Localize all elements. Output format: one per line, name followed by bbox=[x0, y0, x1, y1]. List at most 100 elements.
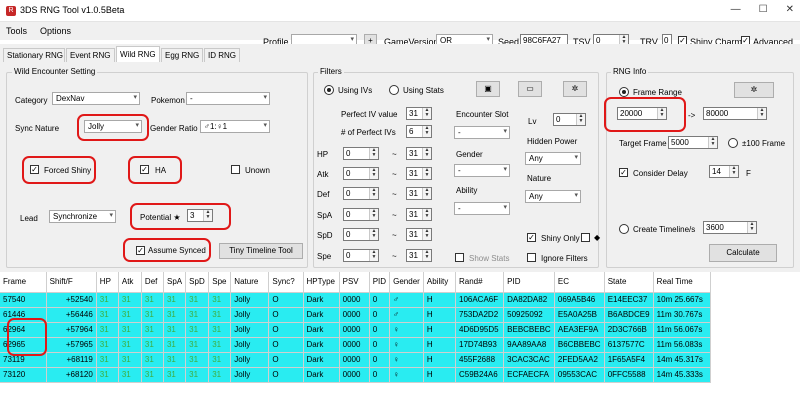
spa-max-input[interactable]: 31 ▲ ▼ bbox=[406, 208, 432, 221]
col-pid-flag[interactable]: PID bbox=[369, 272, 391, 293]
spin-arrows-icon[interactable]: ▲ ▼ bbox=[369, 188, 378, 199]
sync-nature-combo[interactable]: Jolly ▾ bbox=[84, 120, 142, 133]
square-shiny-checkbox[interactable] bbox=[581, 233, 590, 242]
table-row[interactable]: 57540 +52540 31 31 31 31 31 31 Jolly O Dark 0000 0 ♂ H… bbox=[0, 292, 712, 308]
col-spe[interactable]: Spe bbox=[208, 272, 232, 293]
menu-tools[interactable]: Tools bbox=[6, 26, 27, 36]
frame-start-input[interactable]: 20000 ▲ ▼ bbox=[617, 107, 667, 120]
col-ec[interactable]: EC bbox=[554, 272, 605, 293]
tab-id-rng[interactable]: ID RNG bbox=[204, 48, 240, 62]
col-atk[interactable]: Atk bbox=[118, 272, 142, 293]
gear-icon[interactable]: ✲ bbox=[563, 81, 587, 97]
using-ivs-radio[interactable] bbox=[324, 85, 334, 95]
col-sync[interactable]: Sync? bbox=[268, 272, 304, 293]
forced-shiny-checkbox[interactable]: ✓ bbox=[30, 165, 39, 174]
spe-max-input[interactable]: 31 ▲ ▼ bbox=[406, 249, 432, 262]
frame-end-input[interactable]: 80000 ▲ ▼ bbox=[703, 107, 767, 120]
encounter-slot-combo[interactable]: - ▾ bbox=[454, 126, 510, 139]
lead-combo[interactable]: Synchronize ▾ bbox=[49, 210, 116, 223]
spin-arrows-icon[interactable]: ▲ ▼ bbox=[657, 108, 666, 119]
calculate-button[interactable]: Calculate bbox=[709, 244, 777, 262]
table-row[interactable]: 62965 +57965 31 31 31 31 31 31 Jolly O Dark 0000 0 ♀ H… bbox=[0, 337, 712, 353]
timeline-input[interactable]: 3600 ▲ ▼ bbox=[703, 221, 757, 234]
folder-icon[interactable]: ▭ bbox=[518, 81, 542, 97]
tab-stationary-rng[interactable]: Stationary RNG bbox=[3, 48, 65, 62]
col-state[interactable]: State bbox=[604, 272, 654, 293]
col-shift[interactable]: Shift/F bbox=[46, 272, 97, 293]
potential-input[interactable]: 3 ▲ ▼ bbox=[187, 209, 213, 222]
col-rand[interactable]: Rand# bbox=[455, 272, 505, 293]
spd-min-input[interactable]: 0 ▲ ▼ bbox=[343, 228, 379, 241]
spin-arrows-icon[interactable]: ▲ ▼ bbox=[422, 168, 431, 179]
col-realtime[interactable]: Real Time bbox=[653, 272, 712, 293]
spin-arrows-icon[interactable]: ▲ ▼ bbox=[369, 168, 378, 179]
spa-min-input[interactable]: 0 ▲ ▼ bbox=[343, 208, 379, 221]
perfect-iv-value-input[interactable]: 31 ▲ ▼ bbox=[406, 107, 432, 120]
spin-arrows-icon[interactable]: ▲ ▼ bbox=[729, 166, 738, 177]
category-combo[interactable]: DexNav ▾ bbox=[52, 92, 140, 105]
num-perfect-ivs-input[interactable]: 6 ▲ ▼ bbox=[406, 125, 432, 138]
spin-arrows-icon[interactable]: ▲ ▼ bbox=[422, 148, 431, 159]
hp-min-input[interactable]: 0 ▲ ▼ bbox=[343, 147, 379, 160]
spe-min-input[interactable]: 0 ▲ ▼ bbox=[343, 249, 379, 262]
assume-synced-checkbox[interactable]: ✓ bbox=[136, 246, 145, 255]
spin-arrows-icon[interactable]: ▲ ▼ bbox=[369, 250, 378, 261]
maximize-icon[interactable]: ☐ bbox=[759, 4, 768, 15]
spin-arrows-icon[interactable]: ▲ ▼ bbox=[708, 137, 717, 148]
spin-arrows-icon[interactable]: ▲ ▼ bbox=[369, 229, 378, 240]
create-timeline-radio[interactable] bbox=[619, 224, 629, 234]
tab-egg-rng[interactable]: Egg RNG bbox=[161, 48, 203, 62]
target-frame-input[interactable]: 5000 ▲ ▼ bbox=[668, 136, 718, 149]
using-stats-radio[interactable] bbox=[389, 85, 399, 95]
table-row[interactable]: 61446 +56446 31 31 31 31 31 31 Jolly O Dark 0000 0 ♂ H… bbox=[0, 307, 712, 323]
gender-combo[interactable]: - ▾ bbox=[454, 164, 510, 177]
tiny-timeline-button[interactable]: Tiny Timeline Tool bbox=[219, 243, 303, 259]
save-icon[interactable]: ▣ bbox=[476, 81, 500, 97]
col-spd[interactable]: SpD bbox=[185, 272, 210, 293]
def-max-input[interactable]: 31 ▲ ▼ bbox=[406, 187, 432, 200]
spin-arrows-icon[interactable]: ▲ ▼ bbox=[422, 250, 431, 261]
def-min-input[interactable]: 0 ▲ ▼ bbox=[343, 187, 379, 200]
col-hp[interactable]: HP bbox=[96, 272, 119, 293]
show-stats-checkbox[interactable] bbox=[455, 253, 464, 262]
spin-arrows-icon[interactable]: ▲ ▼ bbox=[422, 209, 431, 220]
unown-checkbox[interactable] bbox=[231, 165, 240, 174]
spin-arrows-icon[interactable]: ▲ ▼ bbox=[203, 210, 212, 221]
ignore-filters-checkbox[interactable] bbox=[527, 253, 536, 262]
tab-event-rng[interactable]: Event RNG bbox=[66, 48, 115, 62]
delay-input[interactable]: 14 ▲ ▼ bbox=[709, 165, 739, 178]
col-ability[interactable]: Ability bbox=[423, 272, 457, 293]
col-pid[interactable]: PID bbox=[503, 272, 555, 293]
col-gender[interactable]: Gender bbox=[389, 272, 424, 293]
table-row[interactable]: 62964 +57964 31 31 31 31 31 31 Jolly O Dark 0000 0 ♀ H… bbox=[0, 322, 712, 338]
hp-max-input[interactable]: 31 ▲ ▼ bbox=[406, 147, 432, 160]
gender-ratio-combo[interactable]: ♂1:♀1 ▾ bbox=[200, 120, 270, 133]
lv-input[interactable]: 0 ▲ ▼ bbox=[553, 113, 586, 126]
col-def[interactable]: Def bbox=[141, 272, 164, 293]
gear-icon[interactable]: ✲ bbox=[734, 82, 774, 98]
col-spa[interactable]: SpA bbox=[163, 272, 187, 293]
menu-options[interactable]: Options bbox=[40, 26, 71, 36]
spd-max-input[interactable]: 31 ▲ ▼ bbox=[406, 228, 432, 241]
spin-arrows-icon[interactable]: ▲ ▼ bbox=[747, 222, 756, 233]
spin-arrows-icon[interactable]: ▲ ▼ bbox=[422, 126, 431, 137]
pokemon-combo[interactable]: - ▾ bbox=[186, 92, 270, 105]
spin-arrows-icon[interactable]: ▲ ▼ bbox=[369, 148, 378, 159]
frame-range-radio[interactable] bbox=[619, 87, 629, 97]
spin-arrows-icon[interactable]: ▲ ▼ bbox=[422, 229, 431, 240]
spin-arrows-icon[interactable]: ▲ ▼ bbox=[369, 209, 378, 220]
col-psv[interactable]: PSV bbox=[339, 272, 370, 293]
nature-combo[interactable]: Any ▾ bbox=[525, 190, 581, 203]
hidden-power-combo[interactable]: Any ▾ bbox=[525, 152, 581, 165]
minimize-icon[interactable]: — bbox=[731, 4, 741, 15]
plus100-radio[interactable] bbox=[728, 138, 738, 148]
spin-arrows-icon[interactable]: ▲ ▼ bbox=[422, 188, 431, 199]
shiny-only-checkbox[interactable]: ✓ bbox=[527, 233, 536, 242]
col-frame[interactable]: Frame bbox=[0, 272, 47, 293]
consider-delay-checkbox[interactable]: ✓ bbox=[619, 168, 628, 177]
tab-wild-rng[interactable]: Wild RNG bbox=[116, 46, 160, 62]
spin-arrows-icon[interactable]: ▲ ▼ bbox=[422, 108, 431, 119]
close-icon[interactable]: ✕ bbox=[786, 4, 794, 15]
table-row[interactable]: 73120 +68120 31 31 31 31 31 31 Jolly O Dark 0000 0 ♀ H… bbox=[0, 367, 712, 383]
atk-min-input[interactable]: 0 ▲ ▼ bbox=[343, 167, 379, 180]
